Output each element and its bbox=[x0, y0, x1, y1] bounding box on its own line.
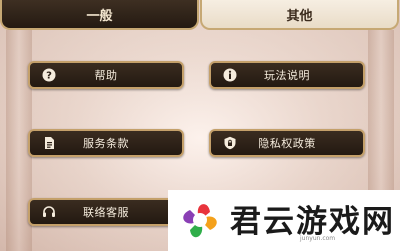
flower-logo-icon bbox=[183, 204, 217, 238]
contact-support-button[interactable]: 联络客服 bbox=[28, 198, 184, 226]
contact-support-button-label: 联络客服 bbox=[83, 206, 129, 219]
question-icon: ? bbox=[42, 68, 56, 82]
watermark: 君云游戏网 junyun.com bbox=[168, 190, 400, 251]
privacy-policy-button[interactable]: 隐私权政策 bbox=[209, 129, 365, 157]
help-button[interactable]: ? 帮助 bbox=[28, 61, 184, 89]
tab-general[interactable]: 一般 bbox=[0, 0, 199, 30]
how-to-play-button-label: 玩法说明 bbox=[264, 69, 310, 82]
tab-other-label: 其他 bbox=[286, 8, 313, 24]
help-button-label: 帮助 bbox=[94, 69, 118, 82]
how-to-play-button[interactable]: 玩法说明 bbox=[209, 61, 365, 89]
info-icon bbox=[223, 68, 237, 82]
terms-of-service-button-label: 服务条款 bbox=[83, 137, 129, 150]
tab-bar: 一般 其他 bbox=[0, 0, 400, 30]
headset-icon bbox=[42, 205, 56, 219]
tab-other[interactable]: 其他 bbox=[200, 0, 399, 30]
watermark-domain: junyun.com bbox=[300, 235, 336, 242]
document-icon bbox=[42, 136, 56, 150]
privacy-policy-button-label: 隐私权政策 bbox=[258, 137, 316, 150]
terms-of-service-button[interactable]: 服务条款 bbox=[28, 129, 184, 157]
shield-lock-icon bbox=[223, 136, 237, 150]
tab-general-label: 一般 bbox=[86, 8, 113, 24]
svg-text:?: ? bbox=[46, 71, 52, 82]
